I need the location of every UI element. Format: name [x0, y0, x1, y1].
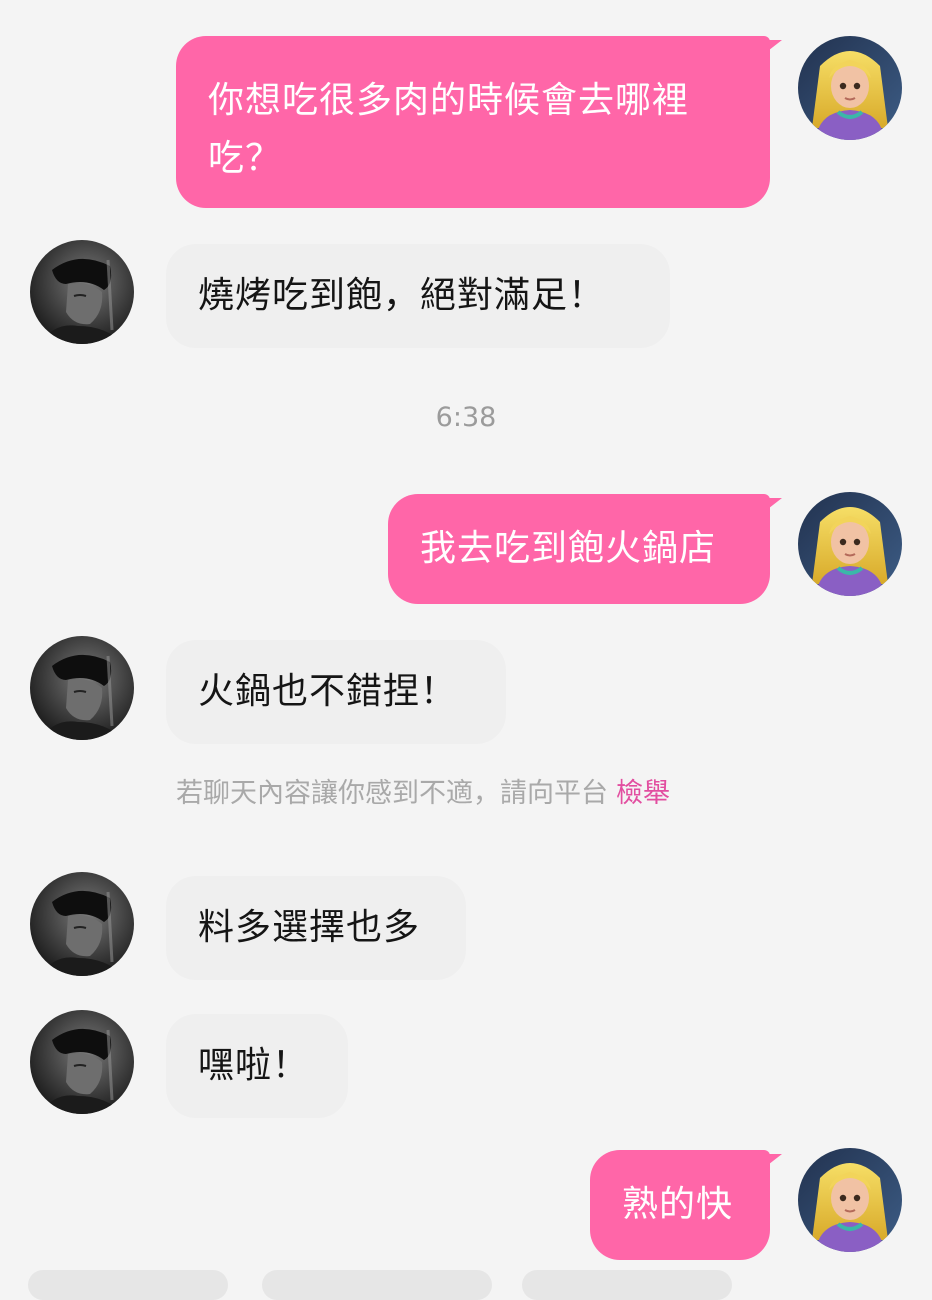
report-notice-text: 若聊天內容讓你感到不適，請向平台	[176, 778, 608, 809]
partner-avatar-icon[interactable]	[30, 1010, 134, 1114]
self-avatar-icon[interactable]	[798, 1148, 902, 1252]
quick-reply-chip[interactable]	[262, 1270, 492, 1300]
message-text: 熟的快	[622, 1184, 734, 1225]
report-notice: 若聊天內容讓你感到不適，請向平台 檢舉	[176, 772, 670, 816]
message-text: 火鍋也不錯捏！	[198, 671, 458, 712]
message-text: 燒烤吃到飽，絕對滿足！	[198, 275, 606, 316]
message-text: 你想吃很多肉的時候會去哪裡吃？	[208, 80, 690, 179]
message-bubble-outgoing[interactable]: 你想吃很多肉的時候會去哪裡吃？	[176, 36, 770, 208]
partner-avatar-icon[interactable]	[30, 636, 134, 740]
quick-reply-chip[interactable]	[522, 1270, 732, 1300]
quick-reply-chip[interactable]	[28, 1270, 228, 1300]
message-bubble-outgoing[interactable]: 我去吃到飽火鍋店	[388, 494, 770, 604]
message-bubble-incoming[interactable]: 燒烤吃到飽，絕對滿足！	[166, 244, 670, 348]
self-avatar-icon[interactable]	[798, 492, 902, 596]
message-text: 我去吃到飽火鍋店	[420, 528, 717, 569]
bubble-tail	[764, 498, 782, 512]
message-text: 料多選擇也多	[198, 907, 421, 948]
partner-avatar-icon[interactable]	[30, 240, 134, 344]
message-bubble-incoming[interactable]: 料多選擇也多	[166, 876, 466, 980]
bubble-tail	[764, 1154, 782, 1168]
bubble-tail	[764, 40, 782, 54]
self-avatar-icon[interactable]	[798, 36, 902, 140]
message-bubble-outgoing[interactable]: 熟的快	[590, 1150, 770, 1260]
message-bubble-incoming[interactable]: 嘿啦！	[166, 1014, 348, 1118]
message-bubble-incoming[interactable]: 火鍋也不錯捏！	[166, 640, 506, 744]
partner-avatar-icon[interactable]	[30, 872, 134, 976]
report-link[interactable]: 檢舉	[616, 778, 670, 809]
message-text: 嘿啦！	[198, 1045, 310, 1086]
timestamp: 6:38	[435, 402, 497, 433]
